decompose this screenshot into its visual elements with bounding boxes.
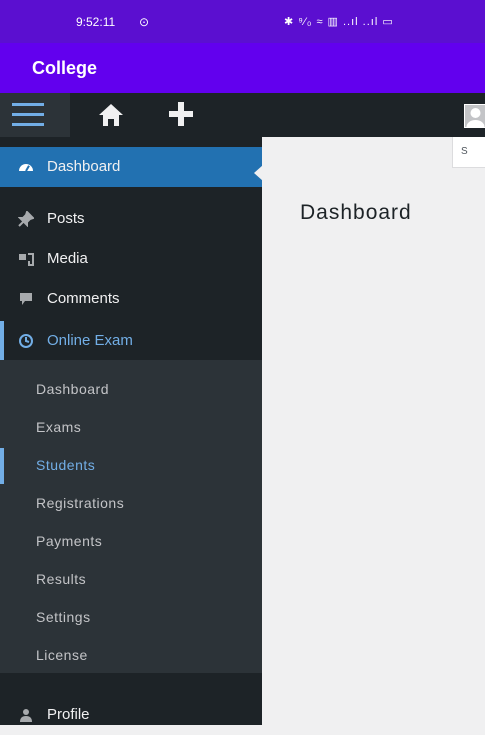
home-icon[interactable]: [98, 102, 124, 128]
status-bar: 9:52:11 ⊙ ✱ ⁹⁄₀ ≈ ▥ ..ıl ..ıl ▭: [0, 0, 485, 43]
sidebar-item-label: Media: [47, 250, 88, 267]
admin-sidebar: Dashboard Posts Media Comments Online Ex…: [0, 137, 263, 725]
media-icon: [19, 253, 34, 266]
menu-icon[interactable]: [0, 93, 70, 137]
plus-icon[interactable]: [167, 100, 195, 128]
sidebar-item-label: Dashboard: [47, 158, 121, 175]
sidebar-item-label: Profile: [47, 706, 90, 723]
screen-options-tab[interactable]: S: [452, 137, 485, 168]
submenu-item-label: Settings: [36, 609, 91, 625]
app-bar: College: [0, 43, 485, 93]
current-indicator: [0, 448, 4, 484]
admin-bar: [0, 93, 485, 137]
submenu-item-dashboard[interactable]: Dashboard: [0, 372, 262, 408]
submenu-item-label: Students: [36, 457, 96, 473]
submenu-item-label: Registrations: [36, 495, 125, 511]
sidebar-item-profile[interactable]: Profile: [0, 695, 262, 735]
screen-options-label: S: [461, 146, 468, 157]
online-exam-submenu: Dashboard Exams Students Registrations P…: [0, 360, 262, 673]
app-title: College: [32, 58, 98, 78]
sidebar-item-media[interactable]: Media: [0, 239, 262, 279]
submenu-item-license[interactable]: License: [0, 638, 262, 674]
submenu-item-students[interactable]: Students: [0, 448, 262, 484]
status-time: 9:52:11: [76, 15, 116, 29]
main-content: S Dashboard: [262, 137, 485, 725]
pin-icon: [18, 211, 34, 227]
sidebar-item-label: Comments: [47, 290, 120, 307]
submenu-item-label: Exams: [36, 419, 82, 435]
dashboard-icon: [19, 164, 33, 172]
user-icon: [20, 709, 32, 722]
submenu-item-payments[interactable]: Payments: [0, 524, 262, 560]
sidebar-item-label: Online Exam: [47, 332, 133, 349]
comment-icon: [20, 293, 32, 305]
submenu-item-settings[interactable]: Settings: [0, 600, 262, 636]
submenu-item-exams[interactable]: Exams: [0, 410, 262, 446]
submenu-item-label: Dashboard: [36, 381, 109, 397]
sidebar-item-posts[interactable]: Posts: [0, 199, 262, 239]
status-icons: ✱ ⁹⁄₀ ≈ ▥ ..ıl ..ıl ▭: [284, 16, 394, 28]
submenu-item-label: Results: [36, 571, 87, 587]
sidebar-item-dashboard[interactable]: Dashboard: [0, 147, 262, 187]
avatar[interactable]: [464, 104, 485, 128]
submenu-item-label: Payments: [36, 533, 103, 549]
clock-icon: [19, 334, 33, 348]
sidebar-item-online-exam[interactable]: Online Exam: [0, 321, 262, 361]
open-indicator: [0, 321, 4, 361]
page-title: Dashboard: [300, 201, 412, 224]
submenu-item-label: License: [36, 647, 88, 663]
status-clock-icon: ⊙: [139, 15, 150, 29]
submenu-item-registrations[interactable]: Registrations: [0, 486, 262, 522]
submenu-item-results[interactable]: Results: [0, 562, 262, 598]
sidebar-item-label: Posts: [47, 210, 85, 227]
sidebar-item-comments[interactable]: Comments: [0, 279, 262, 319]
